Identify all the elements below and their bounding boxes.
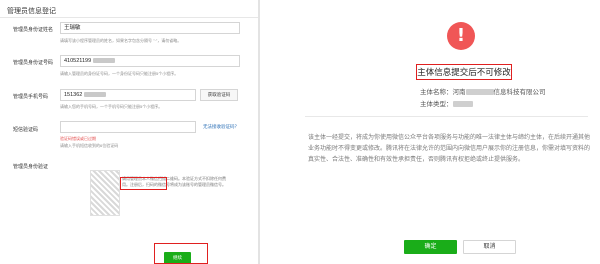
id-number-value: 410521199: [64, 58, 92, 64]
sms-code-label: 短信验证码: [13, 127, 39, 133]
phone-hint: 请输入您的手机号码，一个手机号码只能注册5个小程序。: [60, 104, 163, 109]
dialog-separator: [305, 116, 588, 117]
highlight-box: [120, 177, 167, 190]
name-value: 王瑞敏: [64, 25, 81, 31]
subject-type-label: 主体类型：: [420, 101, 453, 108]
cancel-button[interactable]: 取消: [463, 240, 516, 254]
sms-code-error: 验证码错误或已过期: [60, 136, 96, 141]
highlight-box: [154, 243, 208, 264]
confirm-button[interactable]: 确定: [404, 240, 457, 254]
redacted-mark: [465, 89, 494, 96]
sms-code-hint: 请输入手机短信收到的6位验证码: [60, 143, 119, 148]
subject-type-row: 主体类型：: [420, 98, 473, 108]
get-code-button[interactable]: 获取验证码: [200, 89, 238, 101]
subject-name-label: 主体名称：: [420, 89, 453, 96]
id-number-label: 管理员身份证号码: [13, 60, 54, 66]
sms-code-input[interactable]: [60, 121, 196, 133]
subject-name-prefix: 河南: [452, 89, 466, 96]
dialog-notice: 该主体一经提交，将成为你使用微信公众平台各项服务与功能的唯一法律主体与缔约主体，…: [308, 135, 591, 163]
title-divider: [0, 17, 258, 18]
redacted-mark: [93, 58, 116, 64]
id-number-hint: 请输入管理员的身份证号码，一个身份证号码只能注册5个小程序。: [60, 71, 179, 76]
name-input[interactable]: 王瑞敏: [60, 22, 240, 34]
admin-registration-panel: 管理员信息登记 管理员身份证姓名 王瑞敏 请填写该小程序管理员的姓名，如果名字包…: [0, 0, 258, 264]
subject-name-suffix: 信息科技有限公司: [493, 89, 546, 96]
identity-verify-label: 管理员身份验证: [13, 164, 49, 170]
name-hint: 请填写该小程序管理员的姓名，如果名字包含分隔号 "·"，请勿省略。: [60, 38, 182, 43]
dialog-heading: 主体信息提交后不可修改: [416, 64, 512, 80]
id-number-input[interactable]: 410521199: [60, 55, 240, 67]
phone-input[interactable]: 151362: [60, 89, 196, 101]
panel-title: 管理员信息登记: [7, 8, 56, 15]
subject-name-row: 主体名称：河南 信息科技有限公司: [420, 86, 546, 96]
phone-label: 管理员手机号码: [13, 94, 49, 100]
redacted-mark: [452, 101, 473, 108]
redacted-mark: [84, 92, 107, 98]
exclamation-icon: !: [447, 22, 475, 50]
name-label: 管理员身份证姓名: [13, 27, 54, 33]
phone-value: 151362: [64, 92, 83, 98]
cannot-receive-code-link[interactable]: 无法接收验证码？: [203, 124, 239, 130]
qr-code: [90, 170, 120, 216]
confirm-dialog: [260, 0, 600, 264]
